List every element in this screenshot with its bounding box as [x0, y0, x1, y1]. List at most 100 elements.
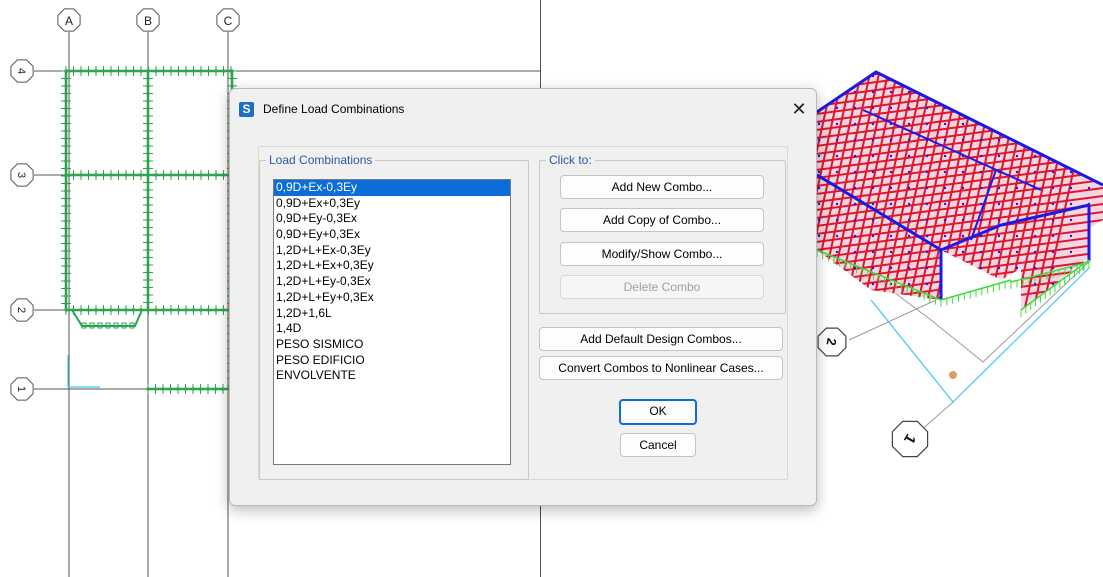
load-combination-item[interactable]: 0,9D+Ex+0,3Ey [274, 196, 510, 212]
load-combination-item[interactable]: 0,9D+Ex-0,3Ey [274, 180, 510, 196]
load-combination-item[interactable]: 1,2D+1,6L [274, 306, 510, 322]
mesh-node [854, 75, 856, 77]
convert-combos-to-nonlinear-button[interactable]: Convert Combos to Nonlinear Cases... [539, 356, 783, 380]
joint-node [199, 308, 203, 312]
joint-node [146, 144, 150, 148]
load-combination-item[interactable]: 1,4D [274, 321, 510, 337]
mesh-node [1052, 315, 1054, 317]
mesh-node [1016, 299, 1018, 301]
add-default-design-combos-button[interactable]: Add Default Design Combos... [539, 327, 783, 351]
mesh-node [907, 202, 911, 206]
joint-node [116, 173, 121, 177]
mesh-node [854, 315, 856, 317]
joint-node [199, 173, 203, 177]
joint-node [221, 69, 226, 73]
ok-button[interactable]: OK [619, 399, 697, 425]
mesh-node [854, 59, 856, 61]
joint-node [214, 69, 218, 73]
mesh-node [1052, 315, 1054, 317]
cancel-button[interactable]: Cancel [620, 433, 696, 457]
mesh-node [1033, 218, 1037, 222]
mesh-node [980, 315, 982, 317]
joint-node [154, 69, 158, 73]
mesh-node [1015, 170, 1019, 174]
mesh-node [1070, 59, 1072, 61]
mesh-node [943, 122, 947, 126]
add-copy-of-combo-button[interactable]: Add Copy of Combo... [560, 208, 764, 232]
delete-combo-button[interactable]: Delete Combo [560, 275, 764, 299]
mesh-node [800, 75, 802, 77]
joint-node [199, 69, 203, 73]
mesh-node [890, 299, 892, 301]
load-combinations-list[interactable]: 0,9D+Ex-0,3Ey 0,9D+Ex+0,3Ey 0,9D+Ey-0,3Ex 0… [273, 179, 511, 465]
mesh-node [1088, 123, 1090, 125]
mesh-node [835, 266, 839, 270]
close-icon[interactable]: ✕ [788, 98, 810, 120]
joint-node [131, 308, 136, 312]
joint-node [64, 114, 68, 118]
load-combination-item[interactable]: 1,2D+L+Ey+0,3Ex [274, 290, 510, 306]
mesh-node [1016, 59, 1018, 61]
mesh-node [1052, 299, 1054, 301]
joint-node [198, 387, 203, 391]
joint-node [169, 173, 173, 177]
mesh-node [835, 234, 839, 238]
load-combination-item[interactable]: 1,2D+L+Ex+0,3Ey [274, 258, 510, 274]
mesh-node [889, 298, 893, 300]
load-combination-item[interactable]: PESO SISMICO [274, 337, 510, 353]
mesh-node [1087, 186, 1091, 190]
mesh-node [962, 59, 964, 61]
mesh-node [1069, 122, 1073, 126]
joint-node [153, 387, 158, 391]
modify-show-combo-button[interactable]: Modify/Show Combo... [560, 242, 764, 266]
mesh-node [908, 75, 910, 77]
local-axes [67, 355, 100, 388]
mesh-node [1016, 59, 1018, 61]
mesh-node [1070, 107, 1072, 109]
grid-label: C [224, 14, 233, 28]
load-combination-item[interactable]: 1,2D+L+Ex-0,3Ey [274, 243, 510, 259]
load-combination-item[interactable]: 0,9D+Ey-0,3Ex [274, 211, 510, 227]
joint-node [146, 136, 150, 141]
mesh-node [817, 266, 821, 270]
load-combination-item[interactable]: 0,9D+Ey+0,3Ex [274, 227, 510, 243]
mesh-node [800, 75, 802, 77]
mesh-node [944, 59, 946, 61]
joint-node [109, 173, 113, 177]
joint-node [213, 387, 218, 391]
load-combination-item[interactable]: 1,2D+L+Ey-0,3Ex [274, 274, 510, 290]
mesh-node [943, 234, 947, 238]
mesh-node [1052, 75, 1054, 77]
mesh-node [908, 315, 910, 317]
mesh-node [889, 234, 893, 238]
joint-node [184, 173, 188, 177]
mesh-node [871, 154, 875, 158]
mesh-node [962, 75, 964, 77]
mesh-node [997, 106, 1001, 110]
mesh-node [817, 170, 821, 174]
add-new-combo-button[interactable]: Add New Combo... [560, 175, 764, 199]
mesh-node [998, 299, 1000, 301]
joint-node [146, 248, 150, 252]
mesh-node [871, 250, 875, 254]
mesh-node [1088, 91, 1090, 93]
dialog-titlebar[interactable]: S Define Load Combinations ✕ [230, 89, 816, 129]
mesh-node [908, 59, 910, 61]
joint-node [146, 188, 150, 192]
mesh-node [1051, 90, 1055, 94]
click-to-group: Click to: Add New Combo... Add Copy of C… [539, 153, 786, 314]
load-combination-item[interactable]: ENVOLVENTE [274, 368, 510, 384]
load-combination-item[interactable]: PESO EDIFICIO [274, 353, 510, 369]
mesh-node [961, 234, 965, 238]
mesh-node [890, 315, 892, 317]
mesh-node [1033, 282, 1037, 286]
mesh-node [980, 59, 982, 61]
mesh-node [925, 234, 929, 238]
mesh-node [853, 298, 857, 300]
mesh-node [835, 138, 839, 142]
mesh-node [925, 250, 929, 254]
joint-node [176, 69, 181, 73]
mesh-node [944, 91, 946, 93]
joint-node [191, 387, 195, 391]
joint-node [191, 308, 196, 312]
